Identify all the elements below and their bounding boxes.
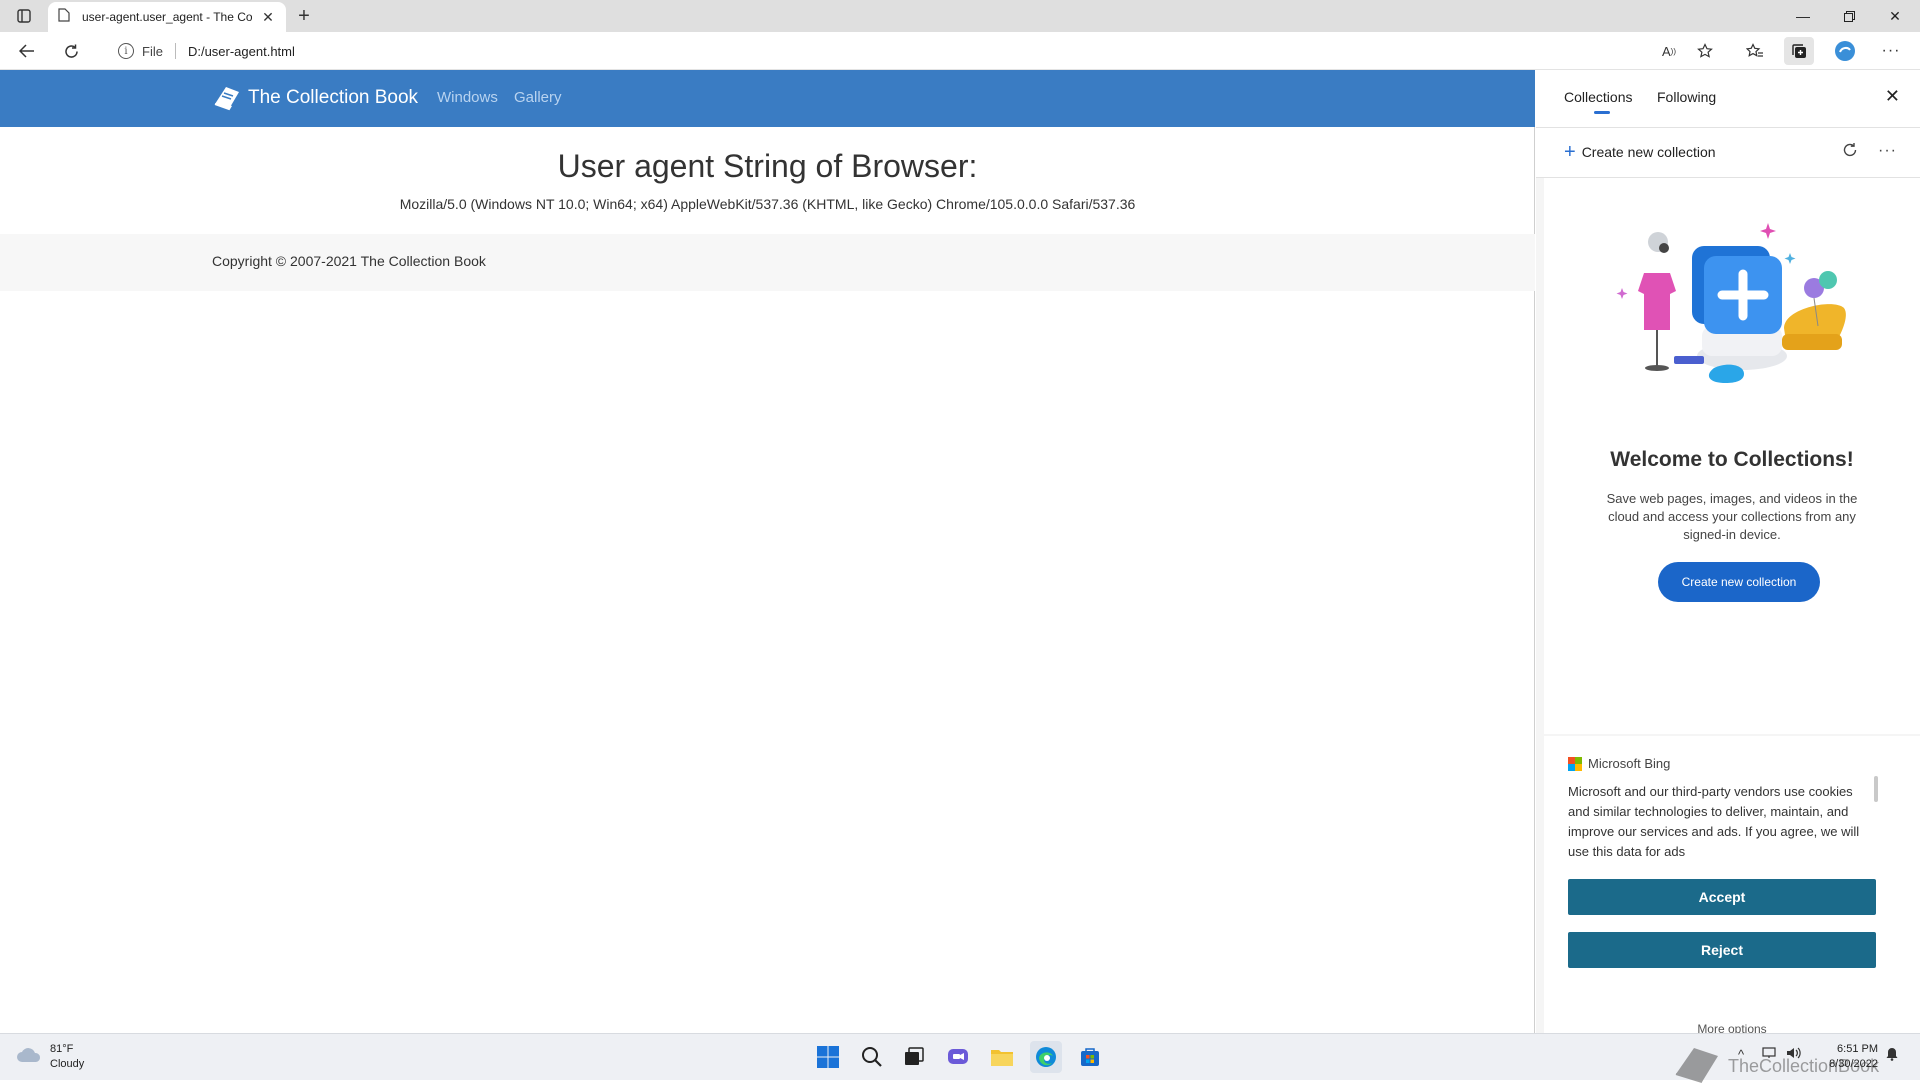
nav-link-gallery[interactable]: Gallery bbox=[514, 89, 562, 106]
search-icon[interactable] bbox=[856, 1041, 888, 1073]
profile-icon[interactable] bbox=[1830, 37, 1860, 65]
page-content: The Collection Book Windows Gallery User… bbox=[0, 70, 1535, 1033]
book-watermark-icon bbox=[1672, 1044, 1722, 1089]
tab-title: user-agent.user_agent - The Collection B… bbox=[82, 10, 252, 24]
welcome-description: Save web pages, images, and videos in th… bbox=[1606, 491, 1858, 542]
address-scheme: File bbox=[142, 43, 163, 59]
address-url: D:/user-agent.html bbox=[187, 43, 295, 59]
site-navbar: The Collection Book Windows Gallery bbox=[0, 70, 1535, 127]
add-favorite-icon[interactable] bbox=[1690, 37, 1720, 65]
weather-widget[interactable]: 81°F Cloudy bbox=[16, 1042, 84, 1072]
notification-icon[interactable] bbox=[1886, 1047, 1898, 1064]
brand-name: The Collection Book bbox=[248, 87, 419, 108]
create-collection-button[interactable]: Create new collection bbox=[1658, 562, 1820, 602]
plus-icon: + bbox=[1564, 141, 1576, 163]
create-collection-link[interactable]: + Create new collection bbox=[1564, 141, 1716, 163]
restore-icon[interactable] bbox=[1826, 0, 1872, 32]
close-tab-icon[interactable]: ✕ bbox=[260, 9, 276, 25]
site-brand[interactable]: The Collection Book bbox=[212, 84, 418, 112]
refresh-icon[interactable] bbox=[56, 37, 86, 65]
show-hidden-icons-icon[interactable]: ^ bbox=[1738, 1047, 1744, 1062]
back-icon[interactable] bbox=[12, 37, 42, 65]
edge-icon[interactable] bbox=[1030, 1041, 1062, 1073]
more-menu-icon[interactable]: ··· bbox=[1876, 37, 1906, 65]
user-agent-string: Mozilla/5.0 (Windows NT 10.0; Win64; x64… bbox=[399, 196, 1136, 212]
browser-tab[interactable]: user-agent.user_agent - The Collection B… bbox=[48, 2, 286, 32]
file-explorer-icon[interactable] bbox=[986, 1041, 1018, 1073]
address-divider bbox=[174, 43, 176, 59]
close-panel-icon[interactable]: ✕ bbox=[1885, 86, 1900, 107]
microsoft-logo-icon bbox=[1568, 756, 1582, 771]
address-bar[interactable]: i File D:/user-agent.html bbox=[104, 36, 1704, 66]
tab-following[interactable]: Following bbox=[1657, 89, 1716, 105]
collections-icon[interactable] bbox=[1784, 37, 1814, 65]
welcome-section: Welcome to Collections! Save web pages, … bbox=[1544, 178, 1920, 734]
consent-scrollbar[interactable] bbox=[1874, 776, 1878, 802]
active-tab-indicator bbox=[1594, 111, 1610, 114]
weather-condition: Cloudy bbox=[50, 1058, 85, 1070]
microsoft-bing-label: Microsoft Bing bbox=[1568, 756, 1670, 771]
tab-actions-icon[interactable] bbox=[10, 4, 38, 28]
reject-button[interactable]: Reject bbox=[1568, 932, 1876, 968]
start-icon[interactable] bbox=[812, 1041, 844, 1073]
bing-consent: Microsoft Bing Microsoft and our third-p… bbox=[1544, 736, 1920, 1036]
clock-date: 8/30/2022 bbox=[1829, 1058, 1878, 1070]
system-clock[interactable]: 6:51 PM 8/30/2022 bbox=[1820, 1042, 1878, 1072]
copyright-text: Copyright © 2007-2021 The Collection Boo… bbox=[212, 253, 486, 269]
task-view-icon[interactable] bbox=[898, 1041, 930, 1073]
site-footer: Copyright © 2007-2021 The Collection Boo… bbox=[0, 234, 1535, 291]
page-icon bbox=[58, 7, 70, 27]
store-icon[interactable] bbox=[1074, 1041, 1106, 1073]
tab-collections[interactable]: Collections bbox=[1564, 89, 1632, 105]
panel-more-icon[interactable]: ··· bbox=[1878, 142, 1897, 160]
page-title: User agent String of Browser: bbox=[557, 148, 978, 184]
tab-strip: user-agent.user_agent - The Collection B… bbox=[0, 0, 1920, 32]
volume-icon[interactable] bbox=[1786, 1047, 1802, 1062]
consent-text: Microsoft and our third-party vendors us… bbox=[1568, 784, 1860, 859]
chat-icon[interactable] bbox=[942, 1041, 974, 1073]
browser-toolbar: i File D:/user-agent.html A)) ··· bbox=[0, 32, 1920, 70]
close-window-icon[interactable]: ✕ bbox=[1872, 0, 1918, 32]
book-logo-icon bbox=[212, 84, 242, 112]
welcome-title: Welcome to Collections! bbox=[1610, 448, 1854, 471]
panel-actions: + Create new collection ··· bbox=[1536, 128, 1920, 178]
accept-button[interactable]: Accept bbox=[1568, 879, 1876, 915]
taskbar: 81°F Cloudy TheCollectionBook ^ 6:51 PM … bbox=[0, 1033, 1920, 1083]
panel-header: Collections Following ✕ bbox=[1536, 70, 1920, 128]
new-tab-icon[interactable]: + bbox=[292, 5, 316, 27]
clock-time: 6:51 PM bbox=[1837, 1043, 1878, 1055]
weather-temperature: 81°F bbox=[50, 1043, 74, 1055]
collections-panel: Collections Following ✕ + Create new col… bbox=[1536, 70, 1920, 1036]
minimize-icon[interactable]: — bbox=[1780, 0, 1826, 32]
favorites-icon[interactable] bbox=[1740, 37, 1770, 65]
sync-icon[interactable] bbox=[1842, 142, 1858, 163]
nav-link-windows[interactable]: Windows bbox=[437, 89, 498, 106]
cloud-icon bbox=[16, 1046, 42, 1069]
read-aloud-icon[interactable]: A)) bbox=[1654, 37, 1684, 65]
network-icon[interactable] bbox=[1762, 1047, 1776, 1062]
bing-label: Microsoft Bing bbox=[1588, 756, 1671, 771]
create-collection-label: Create new collection bbox=[1581, 144, 1716, 160]
collections-illustration-icon bbox=[1614, 218, 1854, 393]
info-icon[interactable]: i bbox=[118, 43, 134, 59]
